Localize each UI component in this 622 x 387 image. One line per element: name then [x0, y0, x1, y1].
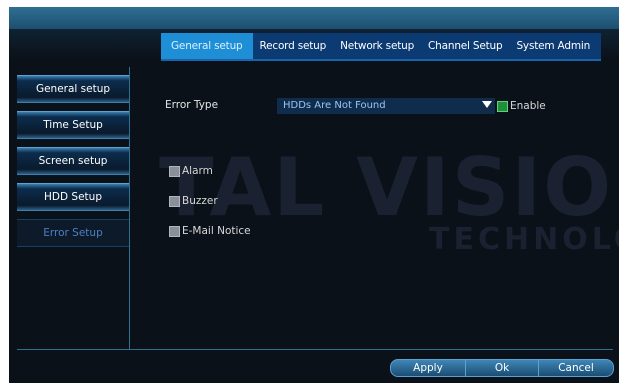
watermark-technology: TECHNOLO [429, 222, 619, 257]
watermark-brand: TAL VISIO [159, 141, 614, 234]
buzzer-checkbox-row[interactable]: Buzzer [169, 195, 218, 207]
alarm-checkbox-row[interactable]: Alarm [169, 165, 213, 177]
buzzer-label: Buzzer [182, 195, 218, 207]
email-notice-checkbox-row[interactable]: E-Mail Notice [169, 225, 251, 237]
enable-checkbox[interactable] [497, 100, 508, 112]
tab-general-setup[interactable]: General setup [161, 33, 253, 59]
tab-record-setup[interactable]: Record setup [253, 33, 334, 59]
email-notice-checkbox[interactable] [169, 225, 180, 237]
apply-button[interactable]: Apply [390, 359, 466, 377]
sidebar: General setup Time Setup Screen setup HD… [17, 75, 129, 255]
alarm-label: Alarm [182, 165, 213, 177]
sidebar-item-screen-setup[interactable]: Screen setup [17, 147, 129, 175]
enable-label: Enable [510, 100, 546, 112]
sidebar-item-general-setup[interactable]: General setup [17, 75, 129, 103]
error-type-select[interactable]: HDDs Are Not Found [277, 98, 495, 114]
email-notice-label: E-Mail Notice [182, 225, 251, 237]
alarm-checkbox[interactable] [169, 165, 180, 177]
tab-channel-setup[interactable]: Channel Setup [421, 33, 509, 59]
vertical-divider [129, 67, 130, 349]
sidebar-item-time-setup[interactable]: Time Setup [17, 111, 129, 139]
error-type-label: Error Type [165, 99, 219, 111]
dvr-settings-screen: TAL VISIO TECHNOLO General setup Record … [9, 7, 619, 383]
horizontal-divider [17, 349, 613, 350]
title-band [9, 7, 619, 29]
error-type-value: HDDs Are Not Found [283, 100, 386, 111]
buzzer-checkbox[interactable] [169, 195, 180, 207]
sidebar-item-hdd-setup[interactable]: HDD Setup [17, 183, 129, 211]
cancel-button[interactable]: Cancel [538, 359, 614, 377]
ok-button[interactable]: Ok [465, 359, 539, 377]
tab-network-setup[interactable]: Network setup [333, 33, 421, 59]
top-tab-bar: General setup Record setup Network setup… [161, 33, 601, 61]
tab-system-admin[interactable]: System Admin [509, 33, 597, 59]
sidebar-item-error-setup[interactable]: Error Setup [17, 219, 129, 247]
dropdown-arrow-icon [482, 101, 492, 108]
enable-checkbox-row[interactable]: Enable [497, 100, 546, 112]
